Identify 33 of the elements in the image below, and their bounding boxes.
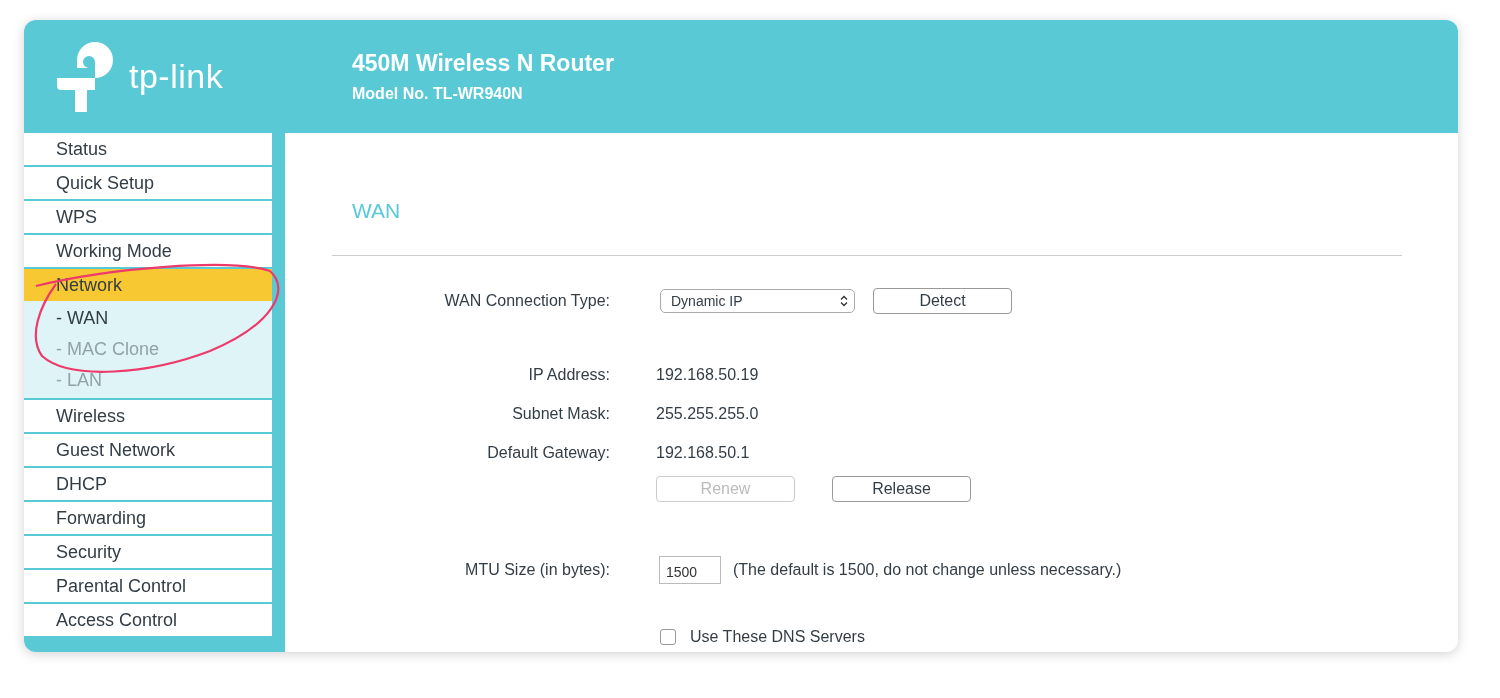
action-button[interactable]: Release <box>832 476 971 502</box>
field-label: Subnet Mask: <box>511 405 610 423</box>
chevron-icon <box>840 295 848 307</box>
page-title: WAN <box>352 199 402 223</box>
product-title: 450M Wireless N Router <box>352 50 614 77</box>
connection-type-select[interactable]: Dynamic IP <box>660 289 855 313</box>
sidebar-item[interactable]: Security <box>24 536 272 568</box>
model-number: Model No. TL-WR940N <box>352 85 524 103</box>
field-label: WAN Connection Type: <box>443 292 610 310</box>
sidebar-item[interactable]: Wireless <box>24 400 272 432</box>
sidebar-item[interactable]: Access Control <box>24 604 272 636</box>
sidebar-item[interactable]: Forwarding <box>24 502 272 534</box>
sidebar-item[interactable]: Quick Setup <box>24 167 272 199</box>
mtu-note: (The default is 1500, do not change unless necessary.) <box>733 561 1122 579</box>
submenu-item[interactable]: - WAN <box>24 303 272 334</box>
sidebar-item[interactable]: Network <box>24 269 272 301</box>
sidebar-item[interactable]: Parental Control <box>24 570 272 602</box>
field-label: MTU Size (in bytes): <box>464 561 610 579</box>
sidebar-item[interactable]: Working Mode <box>24 235 272 267</box>
field-label: Default Gateway: <box>486 444 610 462</box>
field-value: 192.168.50.1 <box>656 444 750 462</box>
sidebar-item[interactable]: DHCP <box>24 468 272 500</box>
logo-text: tp-link <box>129 57 224 96</box>
field-value: 255.255.255.0 <box>656 405 759 423</box>
checkbox-label: Use These DNS Servers <box>690 628 865 646</box>
dns-checkbox[interactable] <box>660 629 676 645</box>
field-value: 192.168.50.19 <box>656 366 759 384</box>
sidebar-item[interactable]: Guest Network <box>24 434 272 466</box>
sidebar-item[interactable]: Status <box>24 133 272 165</box>
field-label: IP Address: <box>527 366 610 384</box>
mtu-input[interactable]: 1500 <box>659 556 721 584</box>
detect-button[interactable]: Detect <box>873 288 1012 314</box>
sidebar-item[interactable]: WPS <box>24 201 272 233</box>
